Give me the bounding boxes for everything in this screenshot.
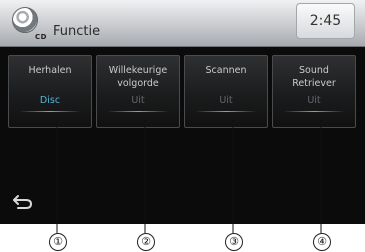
option-willekeurige-volgorde-button[interactable]: Willekeurige volgorde Uit <box>96 55 180 128</box>
callout-3: ③ <box>225 233 243 251</box>
option-scannen-button[interactable]: Scannen Uit <box>184 55 268 128</box>
option-herhalen-button[interactable]: Herhalen Disc <box>8 55 92 128</box>
page-title: Functie <box>53 24 101 39</box>
option-label: Sound Retriever <box>273 64 355 90</box>
option-value: Uit <box>307 95 321 106</box>
back-button[interactable] <box>12 192 34 212</box>
option-label-line1: Willekeurige <box>108 65 168 76</box>
value-underline <box>107 111 169 112</box>
option-label: Herhalen <box>9 64 91 77</box>
callout-2: ② <box>137 233 155 251</box>
clock: 2:45 <box>296 3 355 39</box>
option-label-line1: Scannen <box>205 65 247 76</box>
function-options: Herhalen Disc Willekeurige volgorde Uit … <box>8 55 357 128</box>
option-label: Scannen <box>185 64 267 77</box>
value-underline <box>195 111 257 112</box>
header-bar: CD Functie 2:45 <box>0 0 365 47</box>
callout-1: ① <box>49 233 67 251</box>
cd-icon <box>12 7 38 33</box>
option-value: Uit <box>219 95 233 106</box>
option-sound-retriever-button[interactable]: Sound Retriever Uit <box>272 55 356 128</box>
value-underline <box>19 111 81 112</box>
option-label-line2: Retriever <box>292 78 336 89</box>
option-value: Uit <box>131 95 145 106</box>
option-label: Willekeurige volgorde <box>97 64 179 90</box>
callout-4: ④ <box>313 233 331 251</box>
option-value: Disc <box>39 95 61 106</box>
value-underline <box>283 111 345 112</box>
option-label-line1: Herhalen <box>28 65 72 76</box>
device-screen: CD Functie 2:45 Herhalen Disc Willekeuri… <box>0 0 365 224</box>
clock-time: 2:45 <box>309 13 342 29</box>
back-arrow-icon <box>13 195 33 209</box>
cd-icon-label: CD <box>35 33 47 41</box>
option-label-line1: Sound <box>299 65 329 76</box>
option-label-line2: volgorde <box>117 78 159 89</box>
